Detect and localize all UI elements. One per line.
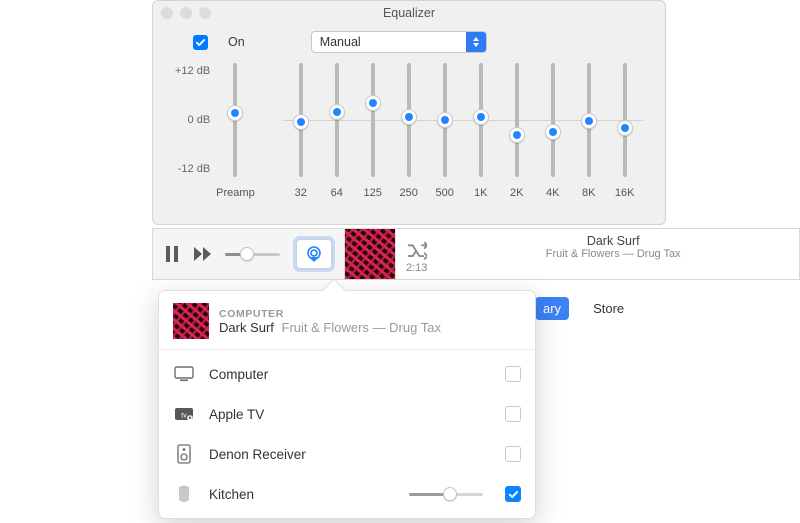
appletv-icon: tv: [173, 406, 195, 422]
preamp-slider[interactable]: [233, 63, 237, 177]
close-icon[interactable]: [161, 7, 173, 19]
db-scale: +12 dB 0 dB -12 dB: [175, 65, 210, 175]
band-slider[interactable]: [299, 63, 303, 177]
preset-select[interactable]: Manual: [311, 31, 487, 53]
band-freq-label: 2K: [510, 187, 523, 199]
eq-bands: 32 64 125 250 500 1K 2K 4K 8K: [283, 63, 643, 199]
slider-thumb[interactable]: [240, 247, 254, 261]
window-title: Equalizer: [153, 1, 665, 25]
pause-button[interactable]: [159, 241, 185, 267]
track-meta: Fruit & Flowers — Drug Tax: [282, 320, 441, 335]
track-title: Dark Surf: [427, 234, 799, 248]
band-slider[interactable]: [587, 63, 591, 177]
device-volume-slider[interactable]: [409, 493, 483, 496]
airplay-button[interactable]: [296, 239, 332, 269]
band-slider[interactable]: [407, 63, 411, 177]
band-freq-label: 125: [364, 187, 382, 199]
titlebar: Equalizer: [153, 1, 665, 25]
airplay-popover: COMPUTER Dark Surf Fruit & Flowers — Dru…: [158, 290, 536, 519]
player-bar: 2:13 Dark Surf Fruit & Flowers — Drug Ta…: [152, 228, 800, 280]
nav-tabs: ary Store: [535, 297, 632, 320]
eq-on-checkbox[interactable]: [193, 35, 208, 50]
slider-thumb[interactable]: [509, 127, 525, 143]
band-freq-label: 500: [436, 187, 454, 199]
eq-band-250: 250: [391, 63, 427, 199]
eq-band-500: 500: [427, 63, 463, 199]
eq-band-2K: 2K: [499, 63, 535, 199]
band-slider[interactable]: [623, 63, 627, 177]
slider-thumb[interactable]: [437, 112, 453, 128]
band-freq-label: 1K: [474, 187, 487, 199]
band-freq-label: 8K: [582, 187, 595, 199]
slider-thumb[interactable]: [545, 124, 561, 140]
device-checkbox[interactable]: [505, 406, 521, 422]
band-freq-label: 4K: [546, 187, 559, 199]
stepper-arrows-icon: [466, 32, 486, 52]
monitor-icon: [173, 366, 195, 382]
slider-thumb[interactable]: [365, 95, 381, 111]
equalizer-window: Equalizer On Manual +12 dB 0 dB -12 dB P…: [152, 0, 666, 225]
next-button[interactable]: [191, 241, 217, 267]
band-freq-label: 250: [400, 187, 418, 199]
device-name: Apple TV: [209, 407, 491, 422]
eq-band-64: 64: [319, 63, 355, 199]
preset-value: Manual: [312, 35, 466, 49]
tab-library[interactable]: ary: [535, 297, 569, 320]
device-checkbox[interactable]: [505, 446, 521, 462]
slider-thumb[interactable]: [227, 105, 243, 121]
shuffle-icon[interactable]: [406, 240, 427, 261]
now-playing: 2:13 Dark Surf Fruit & Flowers — Drug Ta…: [395, 229, 799, 279]
eq-band-8K: 8K: [571, 63, 607, 199]
eq-band-125: 125: [355, 63, 391, 199]
device-list: Computer tv Apple TV Denon Receiver Kitc…: [159, 350, 535, 518]
eq-band-4K: 4K: [535, 63, 571, 199]
eq-on-label: On: [228, 35, 245, 49]
band-slider[interactable]: [479, 63, 483, 177]
svg-text:tv: tv: [181, 413, 187, 420]
window-controls: [161, 7, 211, 19]
band-slider[interactable]: [371, 63, 375, 177]
slider-thumb[interactable]: [401, 109, 417, 125]
device-row[interactable]: Kitchen: [159, 474, 535, 514]
band-slider[interactable]: [443, 63, 447, 177]
eq-band-1K: 1K: [463, 63, 499, 199]
album-artwork: [173, 303, 209, 339]
speaker-icon: [173, 444, 195, 464]
device-checkbox[interactable]: [505, 366, 521, 382]
slider-thumb[interactable]: [329, 104, 345, 120]
preamp-label: Preamp: [216, 187, 255, 199]
device-row[interactable]: Denon Receiver: [159, 434, 535, 474]
album-artwork[interactable]: [345, 229, 395, 279]
slider-thumb[interactable]: [473, 109, 489, 125]
tab-store[interactable]: Store: [585, 297, 632, 320]
band-freq-label: 64: [331, 187, 343, 199]
band-freq-label: 16K: [615, 187, 635, 199]
device-name: Denon Receiver: [209, 447, 491, 462]
device-name: Kitchen: [209, 487, 395, 502]
device-name: Computer: [209, 367, 491, 382]
slider-thumb[interactable]: [293, 114, 309, 130]
device-row[interactable]: Computer: [159, 354, 535, 394]
popover-header: COMPUTER Dark Surf Fruit & Flowers — Dru…: [159, 291, 535, 350]
track-meta: Fruit & Flowers — Drug Tax: [427, 248, 799, 260]
band-freq-label: 32: [295, 187, 307, 199]
slider-thumb[interactable]: [443, 487, 457, 501]
eq-band-16K: 16K: [607, 63, 643, 199]
device-checkbox[interactable]: [505, 486, 521, 502]
homepod-icon: [173, 484, 195, 504]
minimize-icon[interactable]: [180, 7, 192, 19]
device-row[interactable]: tv Apple TV: [159, 394, 535, 434]
band-slider[interactable]: [515, 63, 519, 177]
track-title: Dark Surf: [219, 320, 274, 335]
zoom-icon[interactable]: [199, 7, 211, 19]
output-location: COMPUTER: [219, 308, 441, 320]
eq-band-32: 32: [283, 63, 319, 199]
slider-thumb[interactable]: [581, 113, 597, 129]
elapsed-time: 2:13: [406, 262, 427, 274]
band-slider[interactable]: [335, 63, 339, 177]
band-slider[interactable]: [551, 63, 555, 177]
slider-thumb[interactable]: [617, 120, 633, 136]
volume-slider[interactable]: [225, 253, 280, 256]
